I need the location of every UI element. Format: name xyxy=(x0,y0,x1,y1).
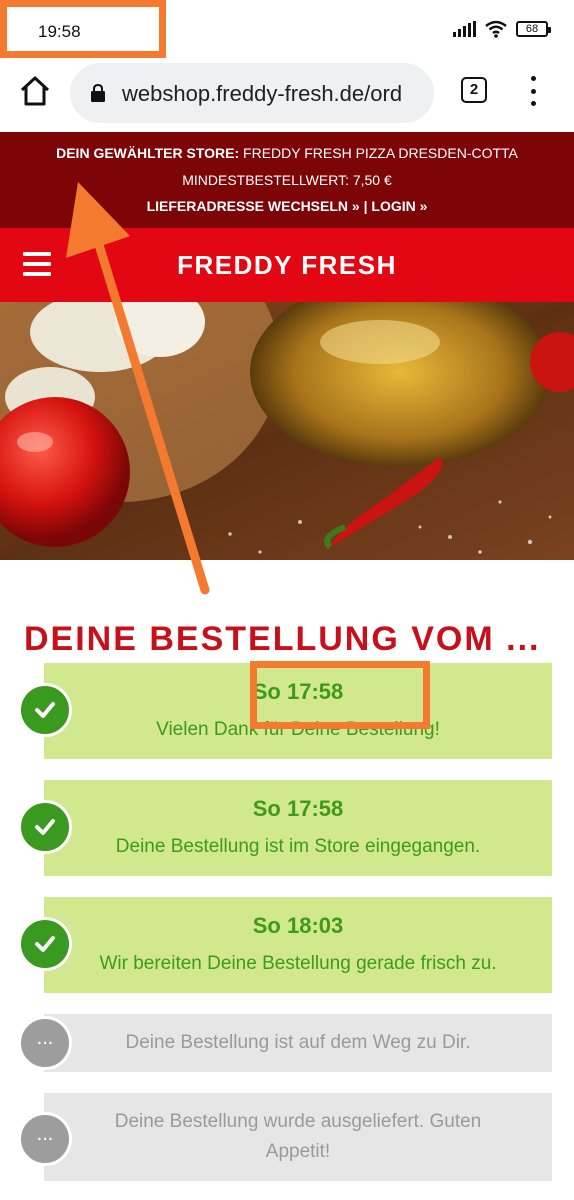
brand-title[interactable]: FREDDY FRESH xyxy=(0,250,574,281)
lock-icon xyxy=(91,84,105,102)
store-links: LIEFERADRESSE WECHSELN » | LOGIN » xyxy=(0,198,574,214)
battery-icon: 68 xyxy=(516,21,551,37)
link-separator: | xyxy=(363,198,368,214)
step-text: Wir bereiten Deine Bestellung gerade fri… xyxy=(99,953,497,974)
step-text: Deine Bestellung ist auf dem Weg zu Dir. xyxy=(125,1032,471,1053)
step-status-pending: ... xyxy=(18,1016,72,1070)
check-icon xyxy=(35,819,55,835)
step-time: So 18:03 xyxy=(252,913,344,938)
step-status-pending: ... xyxy=(18,1112,72,1166)
order-step-received: So 17:58 Deine Bestellung ist im Store e… xyxy=(44,780,552,876)
status-time: 19:58 xyxy=(38,22,81,41)
home-icon[interactable] xyxy=(18,74,52,108)
order-step-preparing: So 18:03 Wir bereiten Deine Bestellung g… xyxy=(44,897,552,993)
tab-switcher-button[interactable]: 2 xyxy=(461,77,487,103)
step-status-done xyxy=(18,800,72,854)
wifi-icon xyxy=(485,20,507,38)
step-time: So 17:58 xyxy=(252,796,344,821)
store-name: FREDDY FRESH PIZZA DRESDEN-COTTA xyxy=(243,145,518,161)
change-address-link[interactable]: LIEFERADRESSE WECHSELN » xyxy=(147,198,360,214)
browser-toolbar: webshop.freddy-fresh.de/ord 2 xyxy=(0,58,574,130)
order-step-delivered: Deine Bestellung wurde ausgeliefert. Gut… xyxy=(44,1093,552,1181)
step-status-done xyxy=(18,683,72,737)
browser-menu-icon[interactable] xyxy=(526,76,540,106)
order-step-on-the-way: Deine Bestellung ist auf dem Weg zu Dir. xyxy=(44,1014,552,1072)
time-highlight-box xyxy=(250,661,430,729)
store-info-bar: DEIN GEWÄHLTER STORE: FREDDY FRESH PIZZA… xyxy=(0,132,574,228)
step-text: Deine Bestellung wurde ausgeliefert. Gut… xyxy=(114,1111,482,1162)
login-link[interactable]: LOGIN » xyxy=(371,198,427,214)
order-heading: DEINE BESTELLUNG VOM ... xyxy=(24,620,541,658)
min-order-value: MINDESTBESTELLWERT: 7,50 € xyxy=(182,172,392,188)
hero-food-image xyxy=(0,302,574,560)
step-status-done xyxy=(18,917,72,971)
status-bar: 19:58 68 xyxy=(0,0,574,58)
time-highlight-box xyxy=(0,0,166,58)
store-label: DEIN GEWÄHLTER STORE: xyxy=(56,145,240,161)
store-line: DEIN GEWÄHLTER STORE: FREDDY FRESH PIZZA… xyxy=(0,145,574,161)
check-icon xyxy=(35,936,55,952)
signal-icon xyxy=(453,21,476,37)
site-header: FREDDY FRESH xyxy=(0,228,574,302)
step-text: Deine Bestellung ist im Store eingegange… xyxy=(115,836,481,857)
url-text[interactable]: webshop.freddy-fresh.de/ord xyxy=(122,81,422,107)
status-icons: 68 xyxy=(453,20,551,38)
check-icon xyxy=(35,702,55,718)
address-bar[interactable]: webshop.freddy-fresh.de/ord xyxy=(70,63,434,123)
